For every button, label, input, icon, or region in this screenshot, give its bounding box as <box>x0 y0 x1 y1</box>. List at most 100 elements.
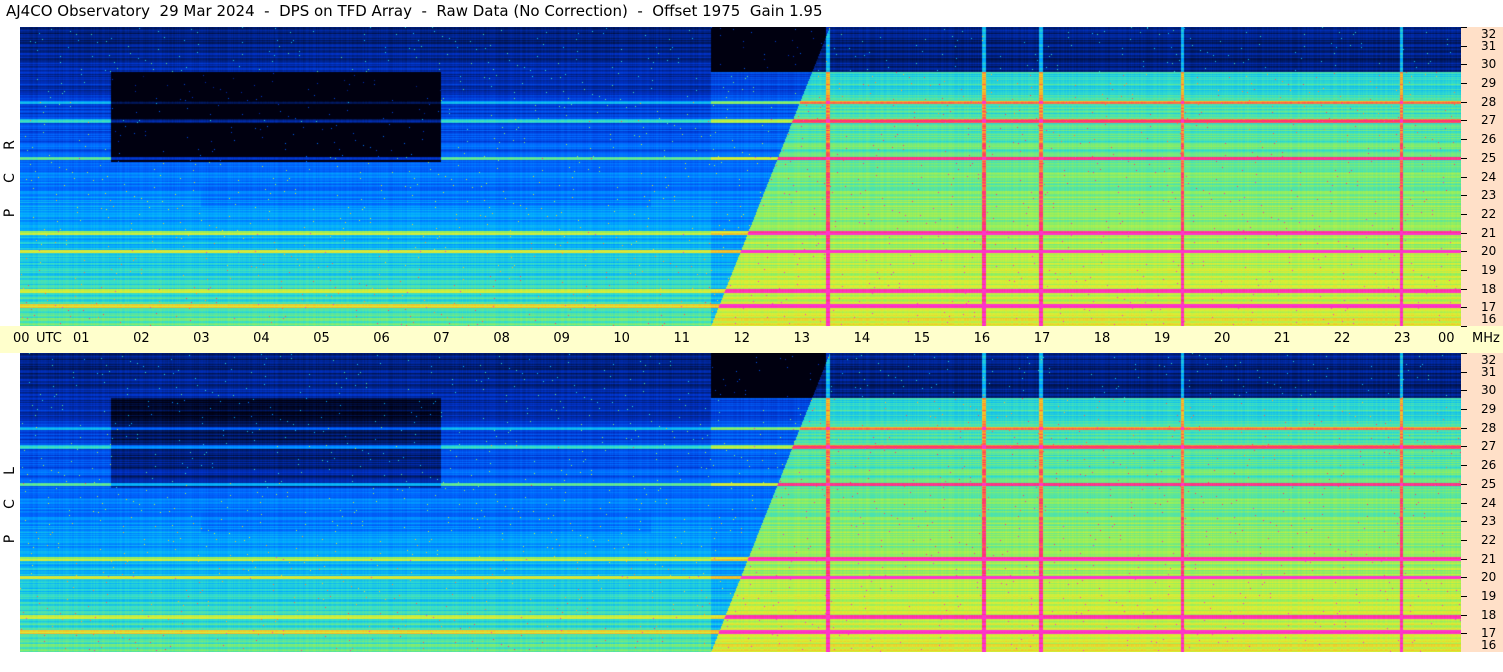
frequency-tick <box>1461 120 1467 122</box>
frequency-tick-label: 30 <box>1481 57 1497 72</box>
time-tick-label: 00 <box>13 331 30 346</box>
frequency-tick-label: 25 <box>1481 476 1497 491</box>
time-axis: 00 01 02 03 04 05 06 07 08 09 10 11 12 13 14 15 16 17 18 19… <box>0 326 1503 353</box>
frequency-tick-label: 31 <box>1481 364 1497 379</box>
spectrogram-panel-lcp <box>20 353 1461 652</box>
time-tick-label: 12 <box>733 331 751 346</box>
time-tick-label: 07 <box>433 331 450 346</box>
frequency-tick <box>1461 269 1467 271</box>
frequency-tick <box>1461 614 1467 616</box>
time-tick-label: 19 <box>1153 331 1171 346</box>
frequency-tick <box>1461 465 1467 467</box>
frequency-tick <box>1461 502 1467 504</box>
frequency-tick-label: 20 <box>1481 244 1497 259</box>
spectrogram-canvas-lcp <box>20 353 1461 652</box>
frequency-tick-label: 24 <box>1481 495 1497 510</box>
time-tick-label: 04 <box>253 331 270 346</box>
time-tick-label: 01 <box>73 331 90 346</box>
spectrogram-panel-rcp <box>20 27 1461 326</box>
frequency-tick-label: 19 <box>1481 588 1497 603</box>
frequency-tick-label: 22 <box>1481 532 1497 547</box>
frequency-tick <box>1461 539 1467 541</box>
time-tick-label: 14 <box>853 331 871 346</box>
time-tick-label: 00 <box>1438 331 1455 346</box>
time-tick-label: 11 <box>673 331 690 346</box>
time-tick-label: 22 <box>1333 331 1351 346</box>
frequency-tick-label: 20 <box>1481 570 1497 585</box>
frequency-tick <box>1461 633 1467 635</box>
frequency-tick-label: 28 <box>1481 420 1497 435</box>
polarization-letter: R <box>2 140 18 150</box>
frequency-tick-label: 27 <box>1481 113 1497 128</box>
time-tick-label: 10 <box>613 331 630 346</box>
frequency-tick <box>1461 83 1467 85</box>
time-tick-label: 06 <box>373 331 390 346</box>
frequency-tick <box>1461 288 1467 290</box>
time-tick-label: 18 <box>1093 331 1111 346</box>
frequency-tick-label: 29 <box>1481 76 1497 91</box>
frequency-tick <box>1461 521 1467 523</box>
frequency-tick <box>1461 27 1467 28</box>
chart-title: AJ4CO Observatory 29 Mar 2024 - DPS on T… <box>6 2 823 20</box>
frequency-tick-label: 16 <box>1481 312 1497 326</box>
time-tick-label: 21 <box>1273 331 1291 346</box>
frequency-tick <box>1461 157 1467 159</box>
time-tick-label: 09 <box>553 331 570 346</box>
frequency-tick <box>1461 139 1467 141</box>
frequency-tick <box>1461 64 1467 66</box>
polarization-letter: P <box>2 208 18 218</box>
frequency-tick <box>1461 558 1467 560</box>
time-tick-label: 02 <box>133 331 150 346</box>
frequency-tick-label: 22 <box>1481 206 1497 221</box>
frequency-tick <box>1461 577 1467 579</box>
frequency-tick <box>1461 213 1467 215</box>
frequency-tick <box>1461 371 1467 373</box>
frequency-tick-label: 21 <box>1481 551 1497 566</box>
frequency-tick-label: 24 <box>1481 169 1497 184</box>
frequency-tick-label: 26 <box>1481 458 1497 473</box>
frequency-tick <box>1461 595 1467 597</box>
time-tick-label: 15 <box>913 331 931 346</box>
frequency-tick-label: 26 <box>1481 132 1497 147</box>
frequency-tick <box>1461 45 1467 47</box>
frequency-tick-label: 28 <box>1481 94 1497 109</box>
frequency-tick <box>1461 446 1467 448</box>
frequency-axis-unit: MHz <box>1472 331 1500 346</box>
polarization-letter: L <box>2 467 18 475</box>
frequency-tick-label: 21 <box>1481 225 1497 240</box>
polarization-letter: C <box>2 499 18 509</box>
frequency-tick-label: 30 <box>1481 383 1497 398</box>
frequency-tick <box>1461 232 1467 234</box>
spectrogram-canvas-rcp <box>20 27 1461 326</box>
polarization-letter: P <box>2 534 18 544</box>
frequency-tick-label: 16 <box>1481 638 1497 652</box>
time-tick-label: 05 <box>313 331 330 346</box>
frequency-tick <box>1461 390 1467 392</box>
frequency-tick <box>1461 353 1467 354</box>
time-tick-label: 13 <box>793 331 811 346</box>
time-tick-label: 20 <box>1213 331 1231 346</box>
frequency-axis-lcp: 32 31 30 29 28 27 26 25 24 23 22 21 20 19 18 17 16 <box>1461 353 1503 653</box>
time-tick-label: 03 <box>193 331 210 346</box>
frequency-tick <box>1461 427 1467 429</box>
frequency-tick <box>1461 101 1467 103</box>
frequency-tick-label: 23 <box>1481 188 1497 203</box>
frequency-tick-label: 19 <box>1481 262 1497 277</box>
time-tick-label: 16 <box>973 331 991 346</box>
time-tick-label: 23 <box>1393 331 1411 346</box>
frequency-tick-label: 31 <box>1481 38 1497 53</box>
time-axis-unit: UTC <box>36 331 62 346</box>
frequency-tick-label: 18 <box>1481 607 1497 622</box>
frequency-tick <box>1461 195 1467 197</box>
frequency-tick <box>1461 307 1467 309</box>
frequency-tick-label: 18 <box>1481 281 1497 296</box>
frequency-tick-label: 29 <box>1481 402 1497 417</box>
frequency-tick <box>1461 409 1467 411</box>
time-tick-label: 08 <box>493 331 510 346</box>
frequency-tick <box>1461 483 1467 485</box>
frequency-tick <box>1461 326 1467 327</box>
bottom-margin <box>0 652 1503 672</box>
frequency-tick-label: 23 <box>1481 514 1497 529</box>
frequency-tick <box>1461 176 1467 178</box>
frequency-tick-label: 27 <box>1481 439 1497 454</box>
